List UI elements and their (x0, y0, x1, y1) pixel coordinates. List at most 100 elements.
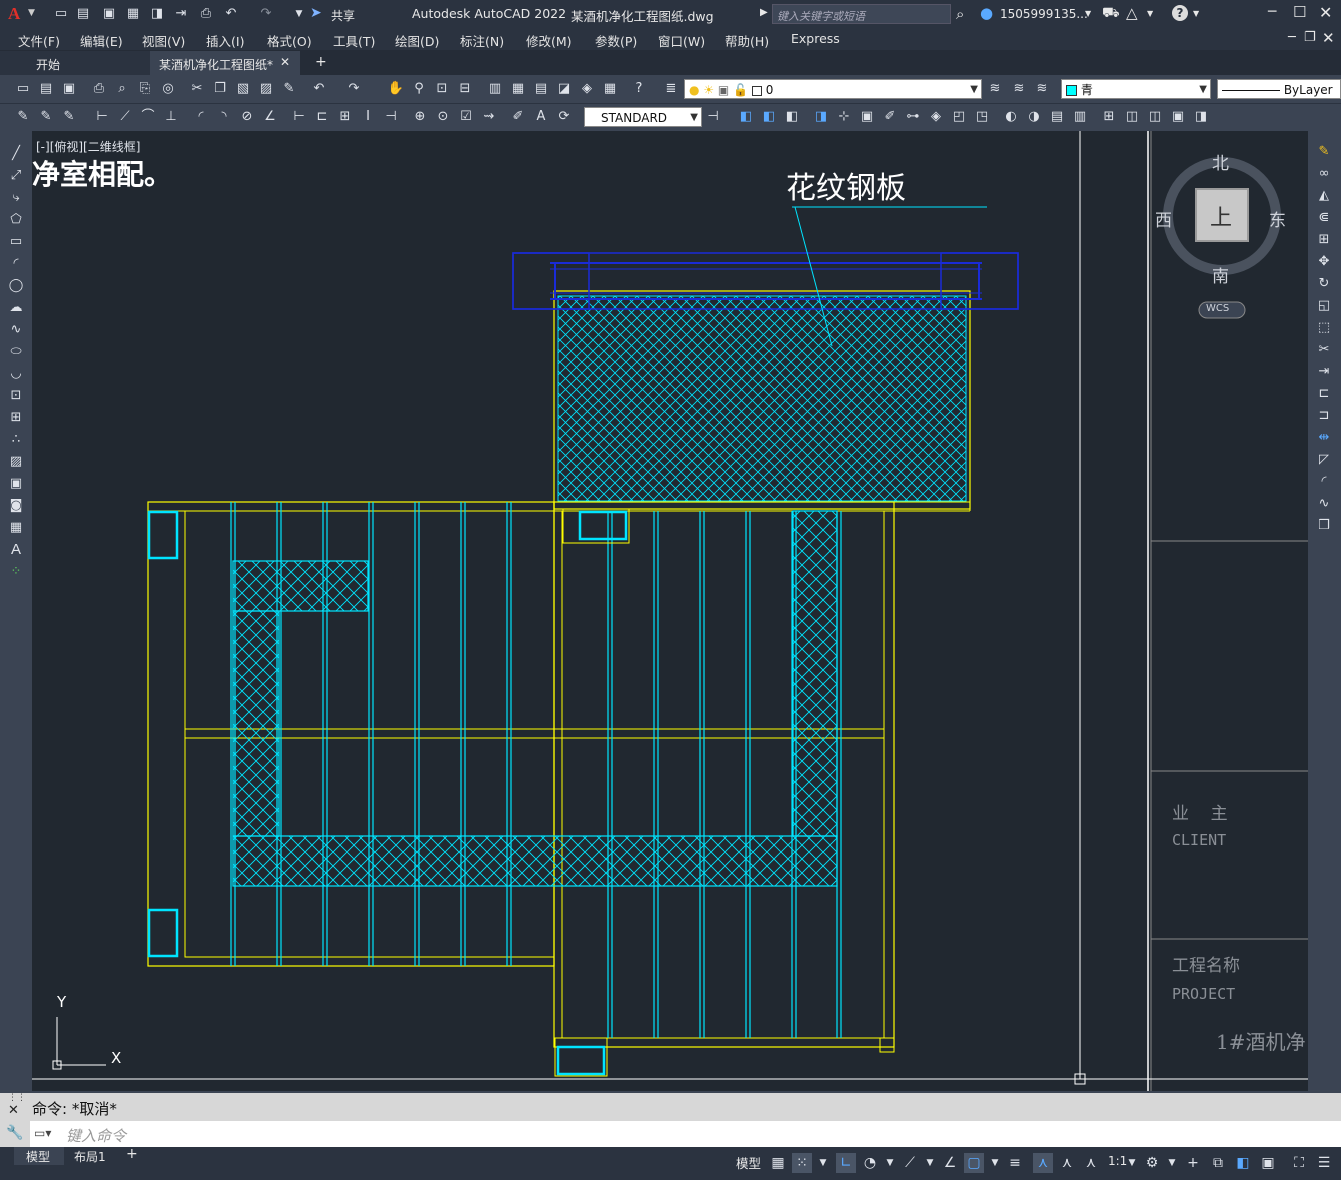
calculator-icon[interactable]: ▦ (601, 80, 619, 98)
continue-dim-icon[interactable]: ⊞ (336, 108, 354, 126)
polyline-icon[interactable]: ⤷ (6, 189, 26, 207)
insert-block-icon[interactable]: ⊡ (6, 387, 26, 405)
modify-icon-11[interactable]: ◳ (973, 108, 991, 126)
tab-close-icon[interactable]: ✕ (280, 55, 290, 69)
publish-icon[interactable]: ⎘ (136, 80, 154, 98)
markup-icon[interactable]: ◈ (578, 80, 596, 98)
hatch-icon[interactable]: ▨ (6, 453, 26, 471)
arc-length-icon[interactable]: ⌒ (139, 108, 157, 126)
layout-tab-model[interactable]: 模型 (14, 1147, 64, 1165)
modify-icon-16[interactable]: ⊞ (1100, 108, 1118, 126)
layout-tab-layout1[interactable]: 布局1 (74, 1148, 106, 1165)
layer-properties-icon[interactable]: ≣ (662, 80, 680, 98)
modify-icon-8[interactable]: ⊶ (904, 108, 922, 126)
minimize-icon[interactable]: ─ (1268, 4, 1276, 20)
menu-dimension[interactable]: 标注(N) (460, 31, 504, 50)
construction-line-icon[interactable]: ⤢ (6, 167, 26, 185)
viewcube-south[interactable]: 南 (1212, 262, 1229, 287)
share-button[interactable]: 共享 (331, 7, 355, 24)
angular-dim-icon[interactable]: ∠ (261, 108, 279, 126)
command-customize-icon[interactable]: 🔧 (6, 1125, 23, 1141)
line-icon[interactable]: ╱ (6, 145, 26, 163)
redo-icon[interactable]: ↷ (257, 5, 275, 23)
save-as-icon[interactable]: ▦ (124, 5, 142, 23)
undo-icon[interactable]: ↶ (222, 5, 240, 23)
arc-icon[interactable]: ◜ (6, 255, 26, 273)
layer-states-icon[interactable]: ≋ (1033, 80, 1051, 98)
annotation-scale-icon[interactable]: ⋏ (1081, 1153, 1101, 1173)
circle-icon[interactable]: ◯ (6, 277, 26, 295)
modify-icon-19[interactable]: ▣ (1169, 108, 1187, 126)
tolerance-icon[interactable]: ⊕ (411, 108, 429, 126)
menu-edit[interactable]: 编辑(E) (80, 31, 123, 50)
tb2-icon-1[interactable]: ✎ (14, 108, 32, 126)
mirror-icon[interactable]: ◭ (1314, 187, 1334, 205)
plot-icon[interactable]: ⎙ (197, 5, 215, 23)
help-icon[interactable]: ? (1172, 5, 1188, 21)
extend-icon[interactable]: ⇥ (1314, 363, 1334, 381)
gradient-icon[interactable]: ▣ (6, 475, 26, 493)
status-model-button[interactable]: 模型 (736, 1153, 761, 1172)
join-icon[interactable]: ⇹ (1314, 429, 1334, 447)
tool-palettes-icon[interactable]: ▤ (532, 80, 550, 98)
dim-break-icon[interactable]: ⊣ (382, 108, 400, 126)
text-style-combo[interactable]: STANDARD ▼ (584, 107, 702, 127)
menu-file[interactable]: 文件(F) (18, 31, 60, 50)
dim-text-edit-icon[interactable]: A (532, 108, 550, 126)
inspect-icon[interactable]: ☑ (457, 108, 475, 126)
ellipse-icon[interactable]: ⬭ (6, 343, 26, 361)
ortho-icon[interactable]: ∟ (836, 1153, 856, 1173)
qnew-icon[interactable]: ▭ (14, 80, 32, 98)
menu-format[interactable]: 格式(O) (267, 31, 312, 50)
polar-chevron-icon[interactable]: ▼ (880, 1153, 900, 1173)
zoom-window-icon[interactable]: ⊡ (433, 80, 451, 98)
snap-chevron-icon[interactable]: ▼ (813, 1153, 833, 1173)
polygon-icon[interactable]: ⬠ (6, 211, 26, 229)
block-editor-icon[interactable]: ✎ (280, 80, 298, 98)
lineweight-icon[interactable]: ≡ (1005, 1153, 1025, 1173)
command-recent-icon[interactable]: ▭▾ (34, 1126, 51, 1140)
save-tb-icon[interactable]: ▣ (60, 80, 78, 98)
new-file-icon[interactable]: ▭ (52, 5, 70, 23)
ordinate-dim-icon[interactable]: ⊥ (162, 108, 180, 126)
modify-icon-17[interactable]: ◫ (1123, 108, 1141, 126)
menu-modify[interactable]: 修改(M) (526, 31, 572, 50)
open-file-icon[interactable]: ▤ (74, 5, 92, 23)
workspace-chevron-icon[interactable]: ▼ (1162, 1153, 1182, 1173)
maximize-icon[interactable]: ☐ (1293, 3, 1306, 21)
properties-icon[interactable]: ▥ (486, 80, 504, 98)
modify-icon-3[interactable]: ◧ (783, 108, 801, 126)
sheet-set-icon[interactable]: ◪ (555, 80, 573, 98)
diameter-dim-icon[interactable]: ⊘ (238, 108, 256, 126)
autodesk-app-icon[interactable]: △ (1126, 4, 1138, 22)
modify-icon-10[interactable]: ◰ (950, 108, 968, 126)
make-block-icon[interactable]: ⊞ (6, 409, 26, 427)
aligned-dim-icon[interactable]: ⟋ (116, 108, 134, 126)
modify-icon-14[interactable]: ▤ (1048, 108, 1066, 126)
polar-icon[interactable]: ◔ (860, 1153, 880, 1173)
add-layout-icon[interactable]: + (126, 1146, 138, 1162)
zoom-realtime-icon[interactable]: ⚲ (410, 80, 428, 98)
plot-tb-icon[interactable]: ⎙ (90, 80, 108, 98)
search-icon[interactable]: ⌕ (956, 5, 964, 23)
annotation-visibility-icon[interactable]: ⋏ (1033, 1153, 1053, 1173)
osnap-icon[interactable]: ▢ (964, 1153, 984, 1173)
customize-qat-icon[interactable]: ▼ (290, 5, 308, 23)
modify-icon-6[interactable]: ▣ (858, 108, 876, 126)
tab-drawing[interactable]: 某酒机净化工程图纸* ✕ (150, 51, 300, 75)
fullscreen-icon[interactable]: ⛶ (1289, 1153, 1309, 1173)
close-icon[interactable]: ✕ (1319, 3, 1332, 22)
add-selected-icon[interactable]: ⁘ (6, 563, 26, 581)
viewcube-east[interactable]: 东 (1269, 206, 1286, 231)
menu-draw[interactable]: 绘图(D) (395, 31, 439, 50)
drawing-canvas[interactable]: [-][俯视][二维线框] 净室相配。 花纹钢板 Y X 北 南 东 西 上 W… (32, 131, 1308, 1091)
dim-edit-icon[interactable]: ✐ (509, 108, 527, 126)
menu-express[interactable]: Express (791, 31, 840, 46)
modify-icon-13[interactable]: ◑ (1025, 108, 1043, 126)
save-icon[interactable]: ▣ (100, 5, 118, 23)
match-prop-icon[interactable]: ▨ (257, 80, 275, 98)
linear-dim-icon[interactable]: ⊢ (93, 108, 111, 126)
modify-icon-5[interactable]: ⊹ (835, 108, 853, 126)
rectangle-icon[interactable]: ▭ (6, 233, 26, 251)
spline-icon[interactable]: ∿ (6, 321, 26, 339)
